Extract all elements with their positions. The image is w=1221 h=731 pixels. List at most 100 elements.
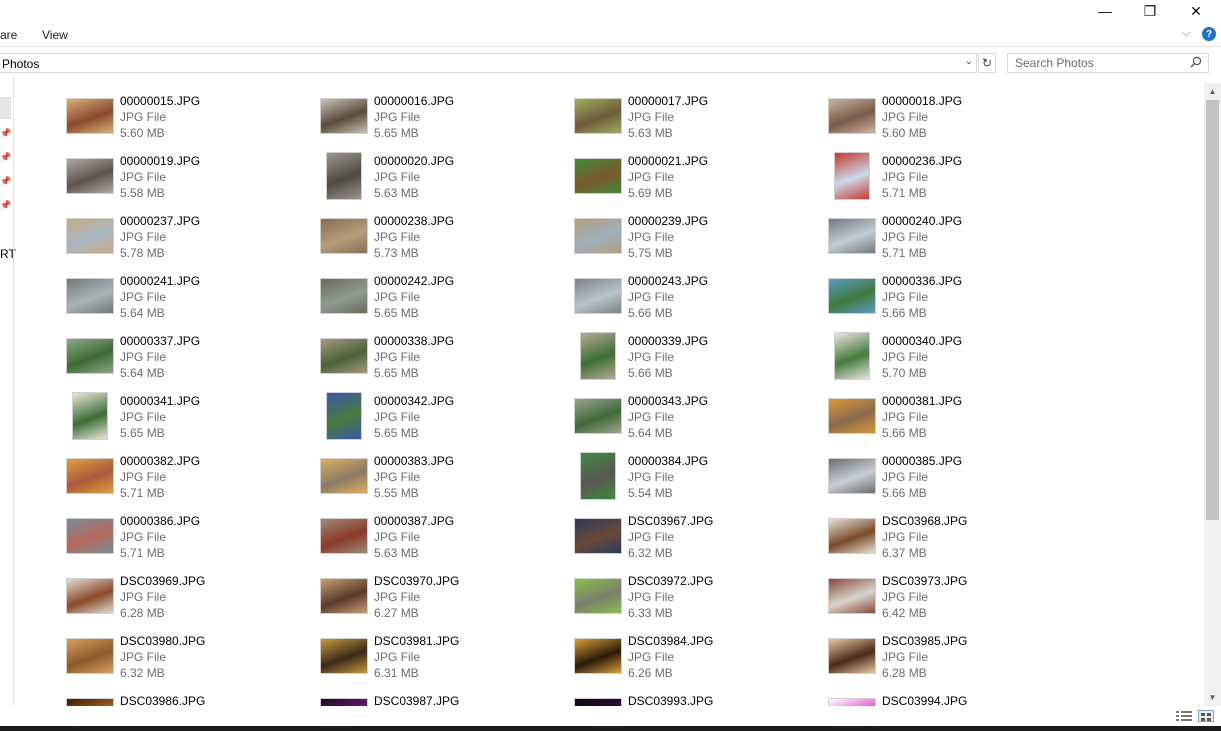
file-item[interactable]: 00000384.JPG JPG File 5.54 MB <box>574 452 828 512</box>
file-thumbnail[interactable] <box>320 572 368 620</box>
file-item[interactable]: 00000237.JPG JPG File 5.78 MB <box>66 212 320 272</box>
file-thumbnail[interactable] <box>828 632 876 680</box>
pin-icon[interactable]: 📌 <box>0 128 11 139</box>
pin-icon[interactable]: 📌 <box>0 200 11 211</box>
file-item[interactable]: 00000018.JPG JPG File 5.60 MB <box>828 92 1082 152</box>
search-input[interactable] <box>1015 56 1180 70</box>
pin-icon[interactable]: 📌 <box>0 152 11 163</box>
file-thumbnail[interactable] <box>320 632 368 680</box>
file-thumbnail[interactable] <box>828 152 876 200</box>
scroll-up-arrow-icon[interactable]: ▲ <box>1204 83 1221 100</box>
file-thumbnail[interactable] <box>66 512 114 560</box>
file-item[interactable]: DSC03980.JPG JPG File 6.32 MB <box>66 632 320 692</box>
file-thumbnail[interactable] <box>66 212 114 260</box>
pin-icon[interactable]: 📌 <box>0 176 11 187</box>
file-thumbnail[interactable] <box>66 332 114 380</box>
file-item[interactable]: DSC03970.JPG JPG File 6.27 MB <box>320 572 574 632</box>
file-item[interactable]: DSC03994.JPGJPG File <box>828 692 1082 706</box>
file-item[interactable]: 00000381.JPG JPG File 5.66 MB <box>828 392 1082 452</box>
file-item[interactable]: 00000342.JPG JPG File 5.65 MB <box>320 392 574 452</box>
file-item[interactable]: DSC03968.JPG JPG File 6.37 MB <box>828 512 1082 572</box>
file-item[interactable]: 00000383.JPG JPG File 5.55 MB <box>320 452 574 512</box>
file-item[interactable]: DSC03973.JPG JPG File 6.42 MB <box>828 572 1082 632</box>
file-item[interactable]: DSC03993.JPGJPG File <box>574 692 828 706</box>
file-thumbnail[interactable] <box>320 92 368 140</box>
file-item[interactable]: 00000341.JPG JPG File 5.65 MB <box>66 392 320 452</box>
file-thumbnail[interactable] <box>574 692 622 706</box>
file-item[interactable]: 00000339.JPG JPG File 5.66 MB <box>574 332 828 392</box>
file-item[interactable]: 00000243.JPG JPG File 5.66 MB <box>574 272 828 332</box>
details-view-icon[interactable] <box>1176 710 1192 722</box>
address-bar[interactable]: Photos ⌄ <box>0 53 977 73</box>
file-thumbnail[interactable] <box>574 452 622 500</box>
file-thumbnail[interactable] <box>66 572 114 620</box>
scroll-down-arrow-icon[interactable]: ▼ <box>1204 689 1221 706</box>
chevron-down-icon[interactable]: ⌄ <box>965 56 973 67</box>
file-thumbnail[interactable] <box>66 692 114 706</box>
file-thumbnail[interactable] <box>320 692 368 706</box>
file-thumbnail[interactable] <box>320 272 368 320</box>
file-thumbnail[interactable] <box>320 332 368 380</box>
file-item[interactable]: 00000386.JPG JPG File 5.71 MB <box>66 512 320 572</box>
file-thumbnail[interactable] <box>320 452 368 500</box>
file-thumbnail[interactable] <box>574 512 622 560</box>
help-icon[interactable]: ? <box>1202 27 1216 41</box>
nav-selected-item[interactable] <box>0 97 11 119</box>
file-thumbnail[interactable] <box>828 212 876 260</box>
file-item[interactable]: 00000240.JPG JPG File 5.71 MB <box>828 212 1082 272</box>
file-thumbnail[interactable] <box>320 392 368 440</box>
file-item[interactable]: DSC03972.JPG JPG File 6.33 MB <box>574 572 828 632</box>
file-item[interactable]: DSC03984.JPG JPG File 6.26 MB <box>574 632 828 692</box>
file-thumbnail[interactable] <box>828 332 876 380</box>
file-item[interactable]: 00000016.JPG JPG File 5.65 MB <box>320 92 574 152</box>
file-thumbnail[interactable] <box>828 512 876 560</box>
file-item[interactable]: 00000338.JPG JPG File 5.65 MB <box>320 332 574 392</box>
file-thumbnail[interactable] <box>828 272 876 320</box>
file-item[interactable]: 00000242.JPG JPG File 5.65 MB <box>320 272 574 332</box>
file-thumbnail[interactable] <box>66 92 114 140</box>
tab-share[interactable]: are <box>0 28 17 42</box>
file-thumbnail[interactable] <box>828 392 876 440</box>
file-thumbnail[interactable] <box>574 212 622 260</box>
file-item[interactable]: 00000236.JPG JPG File 5.71 MB <box>828 152 1082 212</box>
file-thumbnail[interactable] <box>574 632 622 680</box>
file-item[interactable]: DSC03969.JPG JPG File 6.28 MB <box>66 572 320 632</box>
close-button[interactable]: ✕ <box>1173 0 1219 22</box>
scrollbar-thumb[interactable] <box>1206 100 1219 520</box>
file-thumbnail[interactable] <box>320 212 368 260</box>
file-item[interactable]: 00000385.JPG JPG File 5.66 MB <box>828 452 1082 512</box>
file-item[interactable]: 00000340.JPG JPG File 5.70 MB <box>828 332 1082 392</box>
maximize-button[interactable]: ❐ <box>1127 0 1173 22</box>
file-item[interactable]: 00000017.JPG JPG File 5.63 MB <box>574 92 828 152</box>
file-thumbnail[interactable] <box>574 572 622 620</box>
search-box[interactable] <box>1007 53 1209 73</box>
file-thumbnail[interactable] <box>574 152 622 200</box>
file-item[interactable]: 00000020.JPG JPG File 5.63 MB <box>320 152 574 212</box>
file-item[interactable]: 00000336.JPG JPG File 5.66 MB <box>828 272 1082 332</box>
refresh-button[interactable]: ↻ <box>978 53 996 73</box>
file-thumbnail[interactable] <box>320 512 368 560</box>
file-thumbnail[interactable] <box>828 92 876 140</box>
file-item[interactable]: 00000238.JPG JPG File 5.73 MB <box>320 212 574 272</box>
file-thumbnail[interactable] <box>574 92 622 140</box>
file-thumbnail[interactable] <box>828 572 876 620</box>
file-thumbnail[interactable] <box>574 332 622 380</box>
file-item[interactable]: 00000019.JPG JPG File 5.58 MB <box>66 152 320 212</box>
file-thumbnail[interactable] <box>66 632 114 680</box>
file-item[interactable]: DSC03987.JPGJPG File <box>320 692 574 706</box>
file-thumbnail[interactable] <box>574 272 622 320</box>
file-item[interactable]: 00000241.JPG JPG File 5.64 MB <box>66 272 320 332</box>
file-thumbnail[interactable] <box>828 692 876 706</box>
address-path[interactable]: Photos <box>2 57 39 71</box>
file-thumbnail[interactable] <box>828 452 876 500</box>
file-item[interactable]: 00000021.JPG JPG File 5.69 MB <box>574 152 828 212</box>
file-item[interactable]: 00000343.JPG JPG File 5.64 MB <box>574 392 828 452</box>
file-thumbnail[interactable] <box>66 452 114 500</box>
file-thumbnail[interactable] <box>66 392 114 440</box>
file-item[interactable]: 00000015.JPG JPG File 5.60 MB <box>66 92 320 152</box>
file-item[interactable]: 00000239.JPG JPG File 5.75 MB <box>574 212 828 272</box>
file-item[interactable]: 00000387.JPG JPG File 5.63 MB <box>320 512 574 572</box>
file-item[interactable]: DSC03985.JPG JPG File 6.28 MB <box>828 632 1082 692</box>
minimize-button[interactable]: — <box>1082 0 1128 22</box>
file-thumbnail[interactable] <box>66 272 114 320</box>
